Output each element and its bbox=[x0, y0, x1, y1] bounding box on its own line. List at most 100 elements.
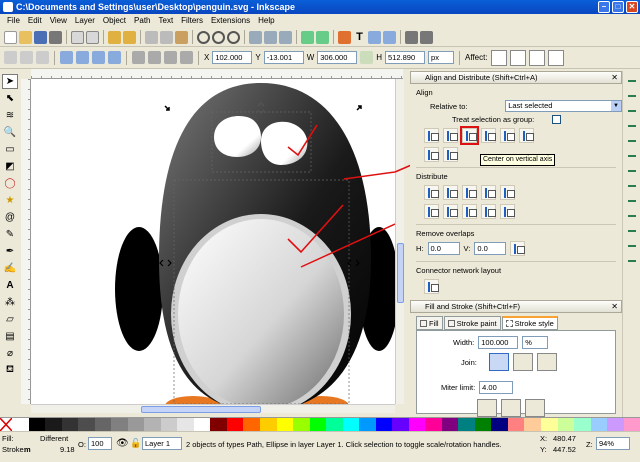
color-swatch[interactable] bbox=[293, 418, 310, 431]
lower-icon[interactable] bbox=[164, 51, 177, 64]
snap-intersections-icon[interactable] bbox=[626, 135, 638, 147]
miter-limit-field[interactable]: 4.00 bbox=[479, 381, 514, 394]
unlink-clone-icon[interactable] bbox=[279, 30, 292, 44]
round-cap-button[interactable] bbox=[501, 399, 521, 417]
color-swatch[interactable] bbox=[607, 418, 624, 431]
distribute-center-h-icon[interactable] bbox=[443, 185, 458, 200]
eraser-tool-icon[interactable]: ▱ bbox=[2, 312, 18, 327]
horizontal-scrollbar[interactable] bbox=[31, 404, 395, 413]
affect-corners-icon[interactable] bbox=[509, 49, 526, 66]
preferences-icon[interactable] bbox=[405, 30, 418, 44]
menu-edit[interactable]: Edit bbox=[24, 14, 46, 28]
fill-stroke-close-icon[interactable]: ✕ bbox=[611, 301, 618, 312]
color-swatch[interactable] bbox=[78, 418, 95, 431]
color-swatch[interactable] bbox=[127, 418, 145, 431]
color-swatch[interactable] bbox=[441, 418, 459, 431]
y-field[interactable]: -13.001 bbox=[263, 51, 304, 64]
color-swatch[interactable] bbox=[474, 418, 492, 431]
snap-toggle-icon[interactable] bbox=[626, 75, 638, 87]
group-icon[interactable] bbox=[301, 30, 314, 44]
vertical-scrollbar[interactable] bbox=[395, 79, 404, 404]
color-swatch[interactable] bbox=[425, 418, 442, 431]
color-swatch[interactable] bbox=[210, 418, 227, 431]
width-field[interactable]: 100.000 bbox=[478, 336, 519, 349]
snap-centers-icon[interactable] bbox=[626, 195, 638, 207]
color-swatch[interactable] bbox=[193, 418, 211, 431]
color-swatch[interactable] bbox=[177, 418, 194, 431]
copy-icon[interactable] bbox=[145, 30, 158, 44]
xml-editor-icon[interactable] bbox=[368, 30, 381, 44]
no-paint-swatch[interactable] bbox=[0, 417, 13, 432]
snap-rotation-icon[interactable] bbox=[626, 210, 638, 222]
zoom-selection-icon[interactable] bbox=[197, 30, 210, 44]
snap-smooth-icon[interactable] bbox=[626, 165, 638, 177]
color-swatch[interactable] bbox=[524, 418, 541, 431]
distribute-right-icon[interactable] bbox=[462, 185, 477, 200]
distribute-center-v-icon[interactable] bbox=[443, 204, 458, 219]
rotate-cw-icon[interactable] bbox=[76, 51, 89, 64]
color-swatch[interactable] bbox=[243, 418, 260, 431]
color-swatch[interactable] bbox=[45, 418, 62, 431]
snap-bbox-icon[interactable] bbox=[626, 90, 638, 102]
color-swatch[interactable] bbox=[458, 418, 475, 431]
print-icon[interactable] bbox=[49, 30, 62, 44]
gradient-tool-icon[interactable]: ▤ bbox=[2, 329, 18, 344]
menu-layer[interactable]: Layer bbox=[71, 14, 99, 28]
redo-icon[interactable] bbox=[123, 30, 136, 44]
export-icon[interactable] bbox=[86, 30, 99, 44]
spray-tool-icon[interactable]: ⁂ bbox=[2, 295, 18, 310]
bevel-join-button[interactable] bbox=[536, 353, 557, 371]
color-swatch[interactable] bbox=[623, 418, 640, 431]
zoom-tool-icon[interactable]: 🔍 bbox=[2, 125, 18, 140]
tab-stroke-style[interactable]: Stroke style bbox=[501, 316, 558, 330]
treat-as-group-checkbox[interactable] bbox=[552, 115, 562, 124]
unit-select[interactable]: px bbox=[428, 51, 455, 64]
color-swatch[interactable] bbox=[226, 418, 244, 431]
scale-handle-tl[interactable] bbox=[164, 105, 170, 111]
clone-icon[interactable] bbox=[264, 30, 277, 44]
menu-path[interactable]: Path bbox=[130, 14, 154, 28]
distribute-bottom-icon[interactable] bbox=[462, 204, 477, 219]
color-swatch[interactable] bbox=[144, 418, 161, 431]
zoom-page-icon[interactable] bbox=[227, 30, 240, 44]
import-icon[interactable] bbox=[71, 30, 84, 44]
align-left-edges-icon[interactable] bbox=[443, 128, 458, 143]
menu-filters[interactable]: Filters bbox=[177, 14, 207, 28]
color-swatch[interactable] bbox=[408, 418, 426, 431]
align-panel-header[interactable]: Align and Distribute (Shift+Ctrl+A) ✕ bbox=[410, 71, 622, 84]
snap-midpoints-icon[interactable] bbox=[626, 180, 638, 192]
arrange-connectors-icon[interactable] bbox=[424, 279, 439, 294]
pen-tool-icon[interactable]: ✒ bbox=[2, 244, 18, 259]
spiral-tool-icon[interactable]: @ bbox=[2, 210, 18, 225]
color-swatch[interactable] bbox=[574, 418, 591, 431]
open-icon[interactable] bbox=[19, 30, 32, 44]
color-swatch[interactable] bbox=[342, 418, 360, 431]
opacity-field[interactable]: 100 bbox=[88, 437, 112, 450]
tweak-tool-icon[interactable]: ≋ bbox=[2, 108, 18, 123]
document-properties-icon[interactable] bbox=[420, 30, 433, 44]
undo-icon[interactable] bbox=[108, 30, 121, 44]
dropper-tool-icon[interactable]: ⌀ bbox=[2, 346, 18, 361]
save-icon[interactable] bbox=[34, 30, 47, 44]
round-join-button[interactable] bbox=[512, 353, 533, 371]
duplicate-icon[interactable] bbox=[249, 30, 262, 44]
3d-box-tool-icon[interactable]: ◩ bbox=[2, 159, 18, 174]
scale-handle-tr[interactable] bbox=[356, 105, 362, 111]
flip-v-icon[interactable] bbox=[108, 51, 121, 64]
flip-h-icon[interactable] bbox=[92, 51, 105, 64]
affect-stroke-icon[interactable] bbox=[490, 49, 507, 66]
color-swatch[interactable] bbox=[590, 418, 608, 431]
ellipse-tool-icon[interactable]: ◯ bbox=[2, 176, 18, 191]
menu-help[interactable]: Help bbox=[254, 14, 278, 28]
square-cap-button[interactable] bbox=[525, 399, 545, 417]
color-swatch[interactable] bbox=[94, 418, 112, 431]
menu-text[interactable]: Text bbox=[155, 14, 178, 28]
calligraphy-tool-icon[interactable]: ✍ bbox=[2, 261, 18, 276]
cut-icon[interactable] bbox=[160, 30, 173, 44]
distribute-baseline-v-icon[interactable] bbox=[500, 204, 515, 219]
paste-icon[interactable] bbox=[175, 30, 188, 44]
rectangle-tool-icon[interactable]: ▭ bbox=[2, 142, 18, 157]
raise-icon[interactable] bbox=[148, 51, 161, 64]
layer-lock-icon[interactable]: 🔓 bbox=[130, 438, 141, 449]
menu-view[interactable]: View bbox=[46, 14, 71, 28]
